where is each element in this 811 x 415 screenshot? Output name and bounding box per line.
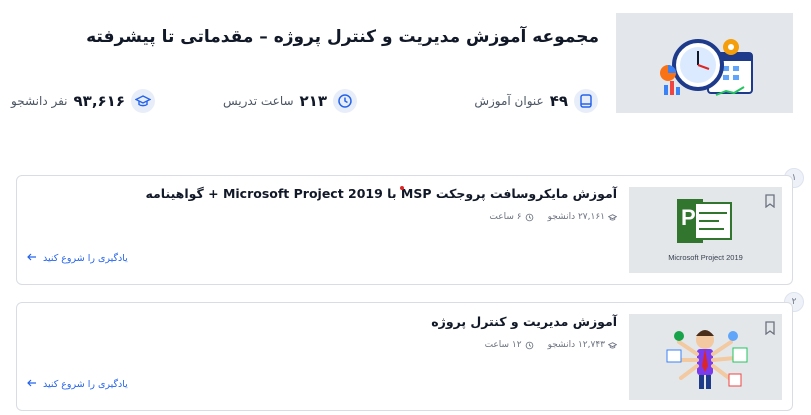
thumbnail-caption: Microsoft Project 2019 [668,253,743,262]
duration: ۶ ساعت [489,212,533,222]
start-learning-label: یادگیری را شروع کنید [43,253,128,264]
graduation-cap-icon [131,89,155,113]
new-indicator-dot [400,186,404,190]
stat-students-label: نفر دانشجو [11,94,68,108]
course-title[interactable]: آموزش مایکروسافت پروجکت MSP با Microsoft… [145,186,617,201]
course-card[interactable]: آموزش مدیریت و کنترل پروژه ۱۲,۷۴۳ دانشجو… [16,302,793,411]
collection-thumbnail [616,13,793,113]
start-learning-link[interactable]: یادگیری را شروع کنید [27,379,128,390]
course-thumbnail[interactable] [629,314,782,400]
bookmark-icon[interactable] [764,193,776,209]
page-title: مجموعه آموزش مدیریت و کنترل پروژه – مقدم… [86,27,599,47]
stat-courses-label: عنوان آموزش [474,94,544,108]
bookmark-icon[interactable] [764,320,776,336]
graduation-cap-icon [608,341,617,349]
start-learning-label: یادگیری را شروع کنید [43,379,128,390]
students-count-text: ۱۲,۷۴۳ دانشجو [547,340,605,350]
clock-icon [525,341,533,349]
course-meta: ۱۲,۷۴۳ دانشجو ۱۲ ساعت [485,340,617,350]
stat-hours-label: ساعت تدریس [222,94,294,108]
stat-hours: ۲۱۳ ساعت تدریس [223,88,357,114]
clock-icon [525,213,533,221]
stat-courses-value: ۴۹ [549,92,568,110]
start-learning-link[interactable]: یادگیری را شروع کنید [27,253,128,264]
duration-text: ۱۲ ساعت [484,340,522,350]
course-card[interactable]: P Microsoft Project 2019 آموزش مایکروساف… [16,175,793,285]
msp-logo-letter: P [681,205,696,230]
stat-students-value: ۹۳,۶۱۶ [73,92,125,110]
book-icon [574,89,598,113]
graduation-cap-icon [608,213,617,221]
arrow-left-icon [27,253,37,264]
arrow-left-icon [27,379,37,390]
course-meta: ۲۷,۱۶۱ دانشجو ۶ ساعت [489,212,617,222]
course-thumbnail[interactable]: P Microsoft Project 2019 [629,187,782,273]
stat-hours-value: ۲۱۳ [299,92,327,110]
course-title[interactable]: آموزش مدیریت و کنترل پروژه [431,314,617,329]
students-count-text: ۲۷,۱۶۱ دانشجو [547,212,605,222]
clock-icon [333,89,357,113]
stat-courses: ۴۹ عنوان آموزش [474,88,598,114]
students-count: ۱۲,۷۴۳ دانشجو [548,340,617,350]
students-count: ۲۷,۱۶۱ دانشجو [548,212,617,222]
stat-students: ۹۳,۶۱۶ نفر دانشجو [11,88,155,114]
duration-text: ۶ ساعت [489,212,522,222]
duration: ۱۲ ساعت [485,340,534,350]
